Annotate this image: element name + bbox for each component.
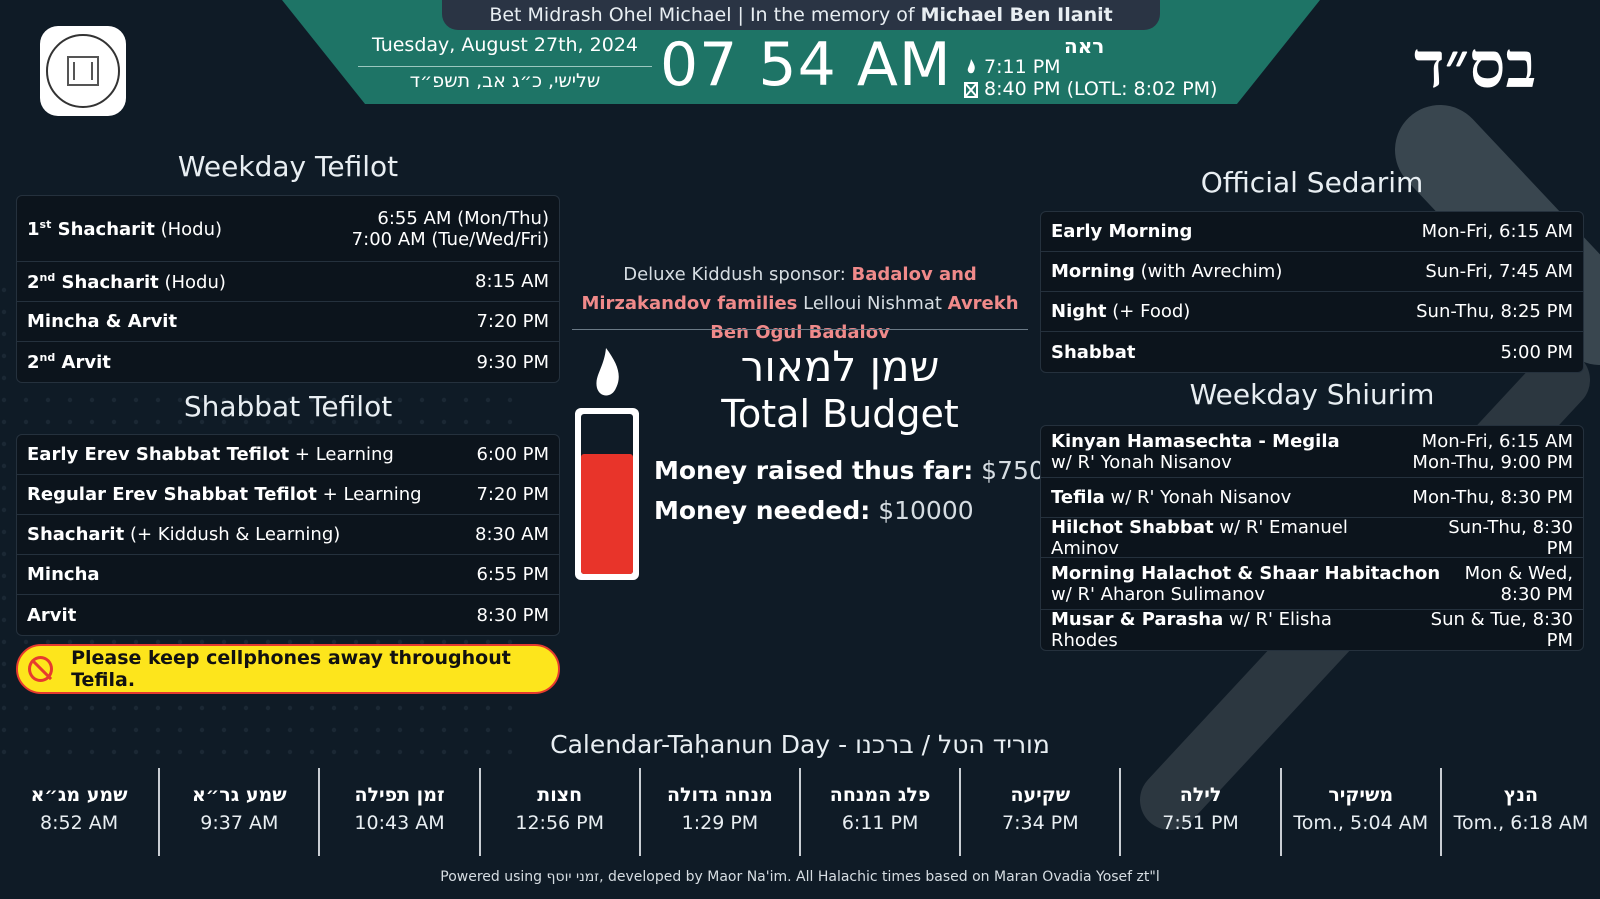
table-row: Early Erev Shabbat Tefilot + Learning 6:…	[17, 435, 559, 475]
candle-lighting-value: 7:11 PM	[984, 56, 1061, 78]
table-row: Morning (with Avrechim) Sun-Fri, 7:45 AM	[1041, 252, 1583, 292]
calendar-title: Calendar-Taḥanun Day - מוריד הטל / ברכנו	[550, 730, 1050, 759]
bsd-mark: בס״ד	[1414, 28, 1537, 103]
english-date: Tuesday, August 27th, 2024	[371, 34, 638, 56]
shabbat-tefilot-table: Early Erev Shabbat Tefilot + Learning 6:…	[16, 434, 560, 636]
table-row: Musar & Parasha w/ R' Elisha Rhodes Sun …	[1051, 609, 1573, 651]
official-sedarim-title: Official Sedarim	[1200, 166, 1424, 199]
official-sedarim-table: Early Morning Mon-Fri, 6:15 AM Morning (…	[1040, 211, 1584, 373]
table-row: 2nd Arvit 9:30 PM	[27, 351, 549, 373]
table-row: Early Morning Mon-Fri, 6:15 AM	[1041, 212, 1583, 252]
zman-cell: שקיעה 7:34 PM	[961, 768, 1122, 856]
table-row: Morning Halachot & Shaar Habitachon w/ R'…	[1041, 558, 1583, 610]
flame-icon	[967, 59, 975, 74]
table-row: Tefila w/ R' Yonah Nisanov Mon-Thu, 8:30…	[1041, 478, 1583, 518]
table-row: Hilchot Shabbat w/ R' Emanuel Aminov Sun…	[1041, 517, 1583, 559]
weekday-shiurim-title: Weekday Shiurim	[1189, 378, 1435, 411]
zman-cell: חצות 12:56 PM	[481, 768, 641, 856]
zman-cell: שמע גר״א 9:37 AM	[160, 768, 321, 856]
budget-title: Total Budget	[721, 392, 959, 436]
zman-cell: מנחה גדולה 1:29 PM	[641, 768, 802, 856]
parasha-name: ראה	[1064, 34, 1105, 58]
table-row: Shabbat 5:00 PM	[1051, 341, 1573, 363]
money-raised: Money raised thus far: $7500	[654, 456, 1061, 485]
banner-name: Michael Ben Ilanit	[920, 4, 1113, 26]
clock: 07 54 AM	[660, 30, 952, 100]
shabbat-tefilot-title: Shabbat Tefilot	[183, 390, 393, 423]
banner-text: Bet Midrash Ohel Michael | In the memory…	[489, 4, 915, 26]
zman-cell: לילה 7:51 PM	[1121, 768, 1282, 856]
havdala-value: 8:40 PM (LOTL: 8:02 PM)	[984, 78, 1218, 100]
havdala-icon	[964, 82, 978, 98]
weekday-tefilot-title: Weekday Tefilot	[177, 150, 399, 183]
no-phone-icon	[28, 656, 54, 682]
budget-progress-candle	[575, 348, 639, 580]
budget-title-hebrew: שמן למאור	[740, 342, 940, 391]
warning-text: Please keep cellphones away throughout T…	[71, 647, 511, 691]
hebrew-date: שלישי, כ״ג אב, תשפ״ד	[409, 70, 601, 92]
table-row: Shacharit (+ Kiddush & Learning) 8:30 AM	[17, 515, 559, 555]
footer-credit: Powered using זמני יוסף, developed by Ma…	[440, 869, 1160, 885]
havdala-time: 8:40 PM (LOTL: 8:02 PM)	[964, 78, 1217, 100]
candle-lighting-time: 7:11 PM	[964, 56, 1061, 78]
zman-cell: זמן תפילה 10:43 AM	[320, 768, 481, 856]
zman-cell: הנץ Tom., 6:18 AM	[1453, 784, 1589, 834]
table-row: Mincha & Arvit 7:20 PM	[17, 302, 559, 342]
weekday-tefilot-table: 1st Shacharit (Hodu) 6:55 AM (Mon/Thu) 7:…	[16, 195, 560, 383]
synagogue-logo	[40, 26, 126, 116]
weekday-shiurim-table: Kinyan Hamasechta - Megila w/ R' Yonah Ni…	[1040, 425, 1584, 651]
candle-flame-icon	[596, 348, 619, 396]
table-row: 1st Shacharit (Hodu) 6:55 AM (Mon/Thu) 7:…	[17, 196, 559, 262]
money-needed: Money needed: $10000	[654, 496, 974, 525]
logo-emblem	[67, 56, 99, 86]
table-row: Night (+ Food) Sun-Thu, 8:25 PM	[1041, 292, 1583, 332]
center-divider	[572, 329, 1028, 330]
zman-cell: משיקיר Tom., 5:04 AM	[1282, 768, 1442, 856]
candle-fill	[581, 454, 633, 574]
date-divider	[358, 66, 652, 67]
table-row: Arvit 8:30 PM	[27, 604, 549, 626]
table-row: Regular Erev Shabbat Tefilot + Learning …	[17, 475, 559, 515]
cellphone-warning: Please keep cellphones away throughout T…	[16, 644, 560, 694]
kiddush-sponsor: Deluxe Kiddush sponsor: Badalov and Mirz…	[581, 264, 1019, 343]
table-row: Mincha 6:55 PM	[17, 555, 559, 595]
table-row: Kinyan Hamasechta - Megila w/ R' Yonah Ni…	[1041, 426, 1583, 478]
zmanim-bar: שמע מג״א 8:52 AM שמע גר״א 9:37 AM זמן תפיל…	[0, 768, 1600, 856]
zman-cell: שמע מג״א 8:52 AM	[0, 768, 161, 856]
memorial-banner: Bet Midrash Ohel Michael | In the memory…	[442, 0, 1160, 30]
zman-cell: פלג המנחה 6:11 PM	[801, 768, 962, 856]
table-row: 2nd Shacharit (Hodu) 8:15 AM	[17, 262, 559, 302]
